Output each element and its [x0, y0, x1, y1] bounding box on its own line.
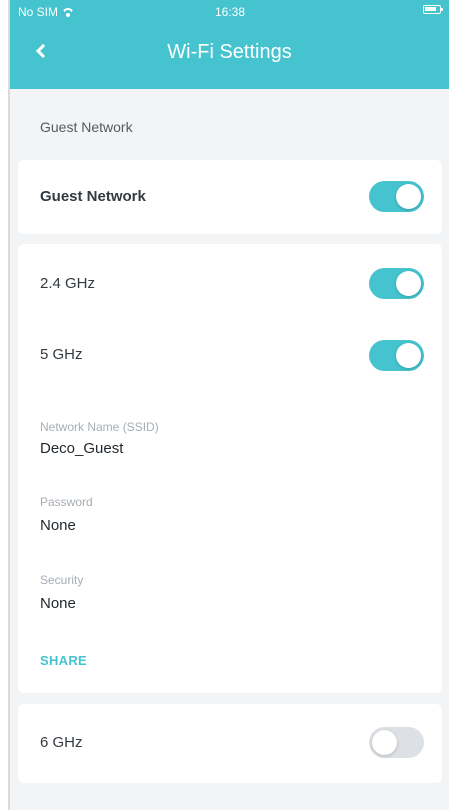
band-2-4ghz-row: 2.4 GHz: [18, 244, 442, 326]
band-2-4ghz-label: 2.4 GHz: [40, 275, 96, 292]
wifi-settings-screen: No SIM 16:38 Wi-Fi Settings Guest Networ…: [10, 0, 449, 810]
status-right: [423, 5, 443, 14]
toggle-knob: [372, 730, 397, 755]
screen-frame: No SIM 16:38 Wi-Fi Settings Guest Networ…: [0, 0, 455, 810]
share-button[interactable]: SHARE: [40, 653, 87, 669]
app-header: No SIM 16:38 Wi-Fi Settings: [10, 0, 449, 89]
band-2-4ghz-toggle[interactable]: [369, 268, 424, 299]
ssid-label: Network Name (SSID): [40, 420, 159, 434]
page-title: Wi-Fi Settings: [167, 41, 292, 63]
status-bar: No SIM 16:38: [10, 0, 449, 22]
band-5ghz-label: 5 GHz: [40, 346, 83, 363]
status-time: 16:38: [214, 5, 246, 19]
security-label: Security: [40, 573, 84, 587]
left-edge-bar: [0, 0, 10, 810]
band-6ghz-row: 6 GHz: [18, 704, 442, 783]
carrier-info: No SIM: [18, 5, 74, 19]
band-5ghz-row: 5 GHz: [18, 326, 442, 400]
wifi-bands-card: 2.4 GHz 5 GHz Network Name (SSID) Deco_G…: [18, 244, 442, 693]
ssid-value: Deco_Guest: [40, 440, 124, 457]
carrier-label: No SIM: [18, 5, 59, 19]
password-label: Password: [40, 495, 93, 509]
password-value: None: [40, 517, 76, 534]
toggle-knob: [396, 343, 421, 368]
right-edge-bar: [449, 0, 455, 810]
guest-network-card: Guest Network: [18, 160, 442, 234]
band-6ghz-label: 6 GHz: [40, 734, 83, 751]
band-5ghz-toggle[interactable]: [369, 340, 424, 371]
battery-icon: [423, 5, 443, 14]
band-6ghz-card: 6 GHz: [18, 704, 442, 783]
toggle-knob: [396, 184, 421, 209]
security-value: None: [40, 595, 76, 612]
wifi-icon: [62, 8, 74, 17]
toggle-knob: [396, 271, 421, 296]
guest-network-section-label: Guest Network: [40, 119, 133, 135]
guest-network-toggle[interactable]: [369, 181, 424, 212]
band-6ghz-toggle[interactable]: [369, 727, 424, 758]
guest-network-row: Guest Network: [18, 160, 442, 234]
guest-network-label: Guest Network: [40, 188, 146, 205]
